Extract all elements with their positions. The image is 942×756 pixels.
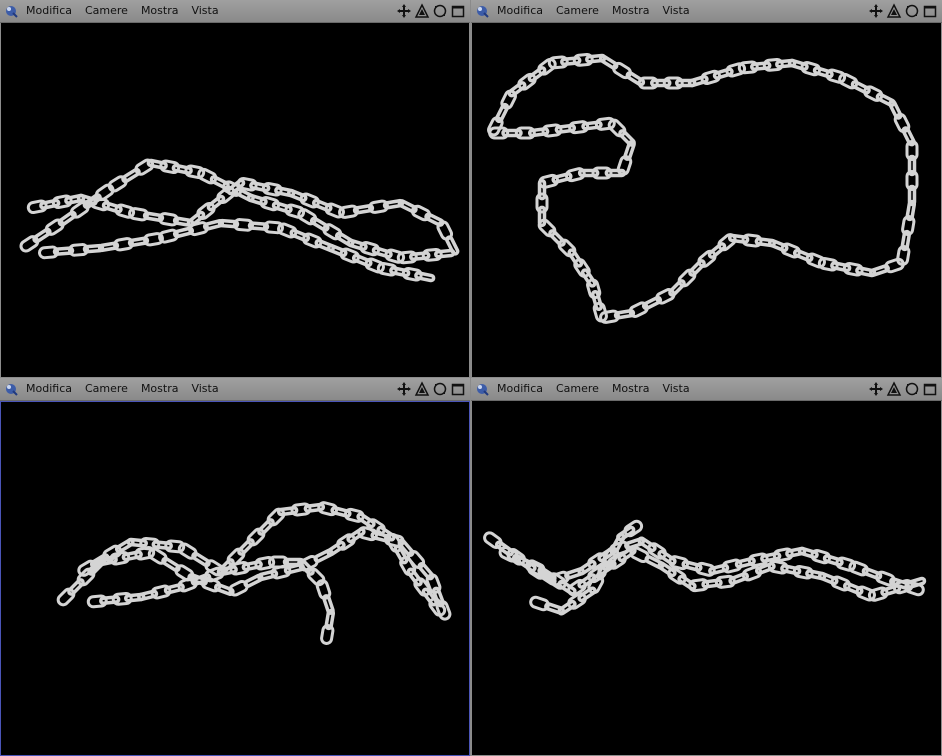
menu-camere[interactable]: Camere xyxy=(556,378,599,400)
menu-modifica[interactable]: Modifica xyxy=(497,0,543,22)
viewport-canvas[interactable] xyxy=(0,401,470,756)
menu-camere[interactable]: Camere xyxy=(85,0,128,22)
cinema4d-logo-icon[interactable] xyxy=(4,382,18,396)
chain-link xyxy=(688,259,706,277)
viewport-bottom-left[interactable]: Modifica Camere Mostra Vista xyxy=(0,378,470,756)
viewport-header: Modifica Camere Mostra Vista xyxy=(0,378,470,401)
maximize-icon[interactable] xyxy=(922,3,938,19)
chain-render xyxy=(19,158,460,283)
chain-link xyxy=(56,587,76,607)
scale-icon[interactable] xyxy=(904,3,920,19)
maximize-icon[interactable] xyxy=(922,381,938,397)
scale-icon[interactable] xyxy=(432,3,448,19)
viewport-header: Modifica Camere Mostra Vista xyxy=(471,378,942,401)
chain-link xyxy=(548,229,566,247)
viewport-top-right[interactable]: Modifica Camere Mostra Vista xyxy=(471,0,942,378)
menu-vista[interactable]: Vista xyxy=(191,378,218,400)
viewport-canvas[interactable] xyxy=(472,23,941,377)
rotate-icon[interactable] xyxy=(414,381,430,397)
chain-link xyxy=(364,257,385,274)
chain-link xyxy=(557,238,577,258)
viewport-menu: Modifica Camere Mostra Vista xyxy=(497,378,703,400)
maximize-icon[interactable] xyxy=(450,381,466,397)
menu-vista[interactable]: Vista xyxy=(662,378,689,400)
viewport-menu: Modifica Camere Mostra Vista xyxy=(26,378,232,400)
menu-camere[interactable]: Camere xyxy=(85,378,128,400)
chain-link xyxy=(57,210,77,227)
chain-link xyxy=(717,233,737,252)
menu-mostra[interactable]: Mostra xyxy=(612,378,650,400)
chain-link xyxy=(246,527,266,547)
chain-link xyxy=(677,268,697,288)
maximize-icon[interactable] xyxy=(450,3,466,19)
chain-link xyxy=(668,279,686,297)
viewport-tools xyxy=(394,3,466,19)
chain-link xyxy=(32,227,52,244)
chain-link xyxy=(417,561,435,581)
chain-link xyxy=(697,249,717,268)
chain-link xyxy=(297,558,315,576)
chain-link xyxy=(501,128,523,138)
menu-modifica[interactable]: Modifica xyxy=(26,0,72,22)
move-icon[interactable] xyxy=(396,3,412,19)
move-icon[interactable] xyxy=(868,3,884,19)
viewport-bottom-right[interactable]: Modifica Camere Mostra Vista xyxy=(471,378,942,756)
chain-link xyxy=(414,271,436,283)
move-icon[interactable] xyxy=(868,381,884,397)
rotate-icon[interactable] xyxy=(886,3,902,19)
menu-modifica[interactable]: Modifica xyxy=(497,378,543,400)
viewport-header: Modifica Camere Mostra Vista xyxy=(0,0,470,23)
chain-link xyxy=(618,129,636,147)
menu-vista[interactable]: Vista xyxy=(662,0,689,22)
viewport-canvas[interactable] xyxy=(1,23,469,377)
chain-link xyxy=(577,168,600,178)
viewport-menu: Modifica Camere Mostra Vista xyxy=(497,0,703,22)
menu-mostra[interactable]: Mostra xyxy=(141,378,179,400)
chain-link xyxy=(537,205,547,228)
viewport-tools xyxy=(394,381,466,397)
chain-link xyxy=(346,527,366,544)
cinema4d-logo-icon[interactable] xyxy=(475,4,489,18)
rotate-icon[interactable] xyxy=(886,381,902,397)
chain-link xyxy=(650,78,672,88)
chain-link xyxy=(237,538,255,556)
chain-link xyxy=(257,518,275,536)
chain-render xyxy=(56,501,452,645)
viewport-canvas[interactable] xyxy=(472,401,941,755)
chain-link xyxy=(67,578,85,596)
viewport-tools xyxy=(866,381,938,397)
menu-camere[interactable]: Camere xyxy=(556,0,599,22)
cinema4d-logo-icon[interactable] xyxy=(4,4,18,18)
menu-mostra[interactable]: Mostra xyxy=(612,0,650,22)
chain-render xyxy=(487,52,919,324)
viewport-tools xyxy=(866,3,938,19)
scale-icon[interactable] xyxy=(432,381,448,397)
rotate-icon[interactable] xyxy=(414,3,430,19)
cinema4d-logo-icon[interactable] xyxy=(475,382,489,396)
viewport-menu: Modifica Camere Mostra Vista xyxy=(26,0,232,22)
chain-link xyxy=(677,574,697,591)
viewport-top-left[interactable]: Modifica Camere Mostra Vista xyxy=(0,0,470,378)
viewport-header: Modifica Camere Mostra Vista xyxy=(471,0,942,23)
menu-modifica[interactable]: Modifica xyxy=(26,378,72,400)
menu-mostra[interactable]: Mostra xyxy=(141,0,179,22)
chain-render xyxy=(483,519,927,616)
menu-vista[interactable]: Vista xyxy=(191,0,218,22)
move-icon[interactable] xyxy=(396,381,412,397)
scale-icon[interactable] xyxy=(904,381,920,397)
